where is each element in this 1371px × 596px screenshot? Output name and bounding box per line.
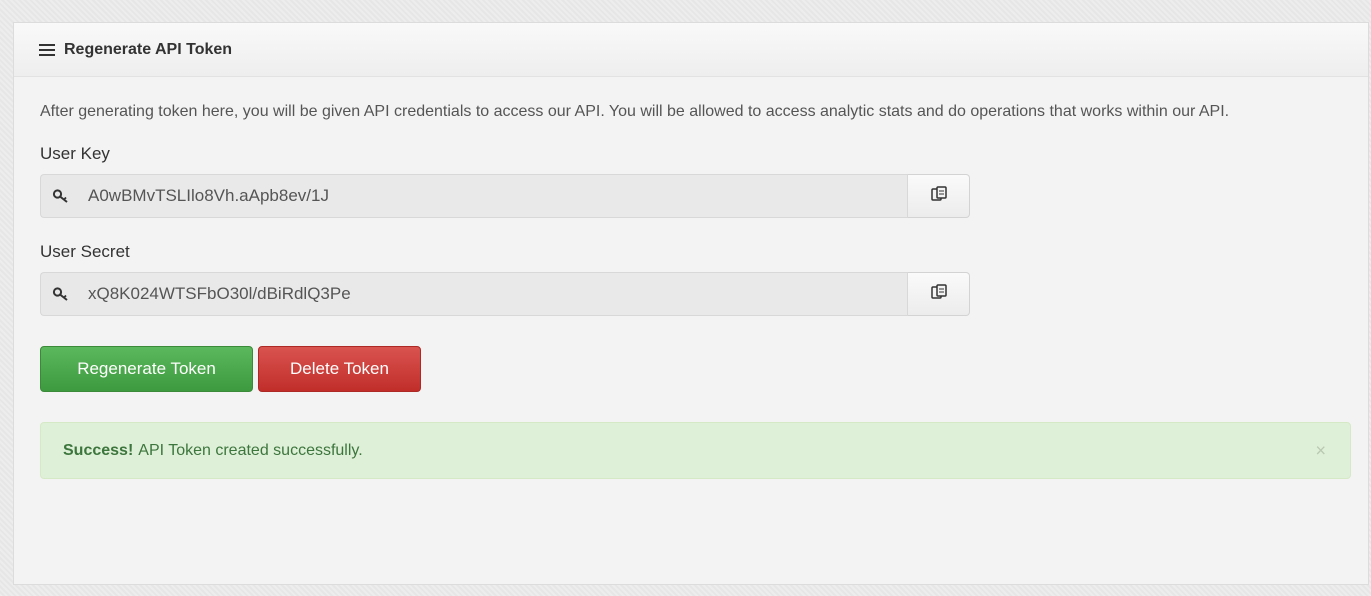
user-key-group: A0wBMvTSLIlo8Vh.aApb8ev/1J bbox=[40, 174, 970, 218]
hamburger-icon bbox=[39, 43, 55, 56]
description-text: After generating token here, you will be… bbox=[40, 103, 1230, 120]
close-icon[interactable]: × bbox=[1315, 440, 1326, 461]
copy-icon bbox=[930, 185, 948, 208]
alert-strong-text: Success! bbox=[63, 441, 134, 459]
user-secret-group: xQ8K024WTSFbO30l/dBiRdlQ3Pe bbox=[40, 272, 970, 316]
user-secret-field[interactable]: xQ8K024WTSFbO30l/dBiRdlQ3Pe bbox=[80, 272, 908, 316]
user-key-label: User Key bbox=[40, 144, 110, 163]
panel-body: After generating token here, you will be… bbox=[14, 77, 1368, 479]
api-token-panel: Regenerate API Token After generating to… bbox=[13, 22, 1369, 585]
key-icon bbox=[40, 272, 80, 316]
delete-token-button[interactable]: Delete Token bbox=[258, 346, 421, 392]
user-key-field[interactable]: A0wBMvTSLIlo8Vh.aApb8ev/1J bbox=[80, 174, 908, 218]
panel-header: Regenerate API Token bbox=[14, 23, 1368, 77]
regenerate-token-button[interactable]: Regenerate Token bbox=[40, 346, 253, 392]
action-buttons: Regenerate Token Delete Token bbox=[40, 346, 1342, 392]
panel-title: Regenerate API Token bbox=[64, 40, 233, 58]
page-background: Regenerate API Token After generating to… bbox=[0, 0, 1371, 596]
success-alert: Success! API Token created successfully.… bbox=[40, 422, 1351, 479]
copy-user-secret-button[interactable] bbox=[908, 272, 970, 316]
copy-user-key-button[interactable] bbox=[908, 174, 970, 218]
alert-message: API Token created successfully. bbox=[138, 441, 363, 459]
user-secret-label: User Secret bbox=[40, 242, 130, 261]
copy-icon bbox=[930, 283, 948, 306]
key-icon bbox=[40, 174, 80, 218]
